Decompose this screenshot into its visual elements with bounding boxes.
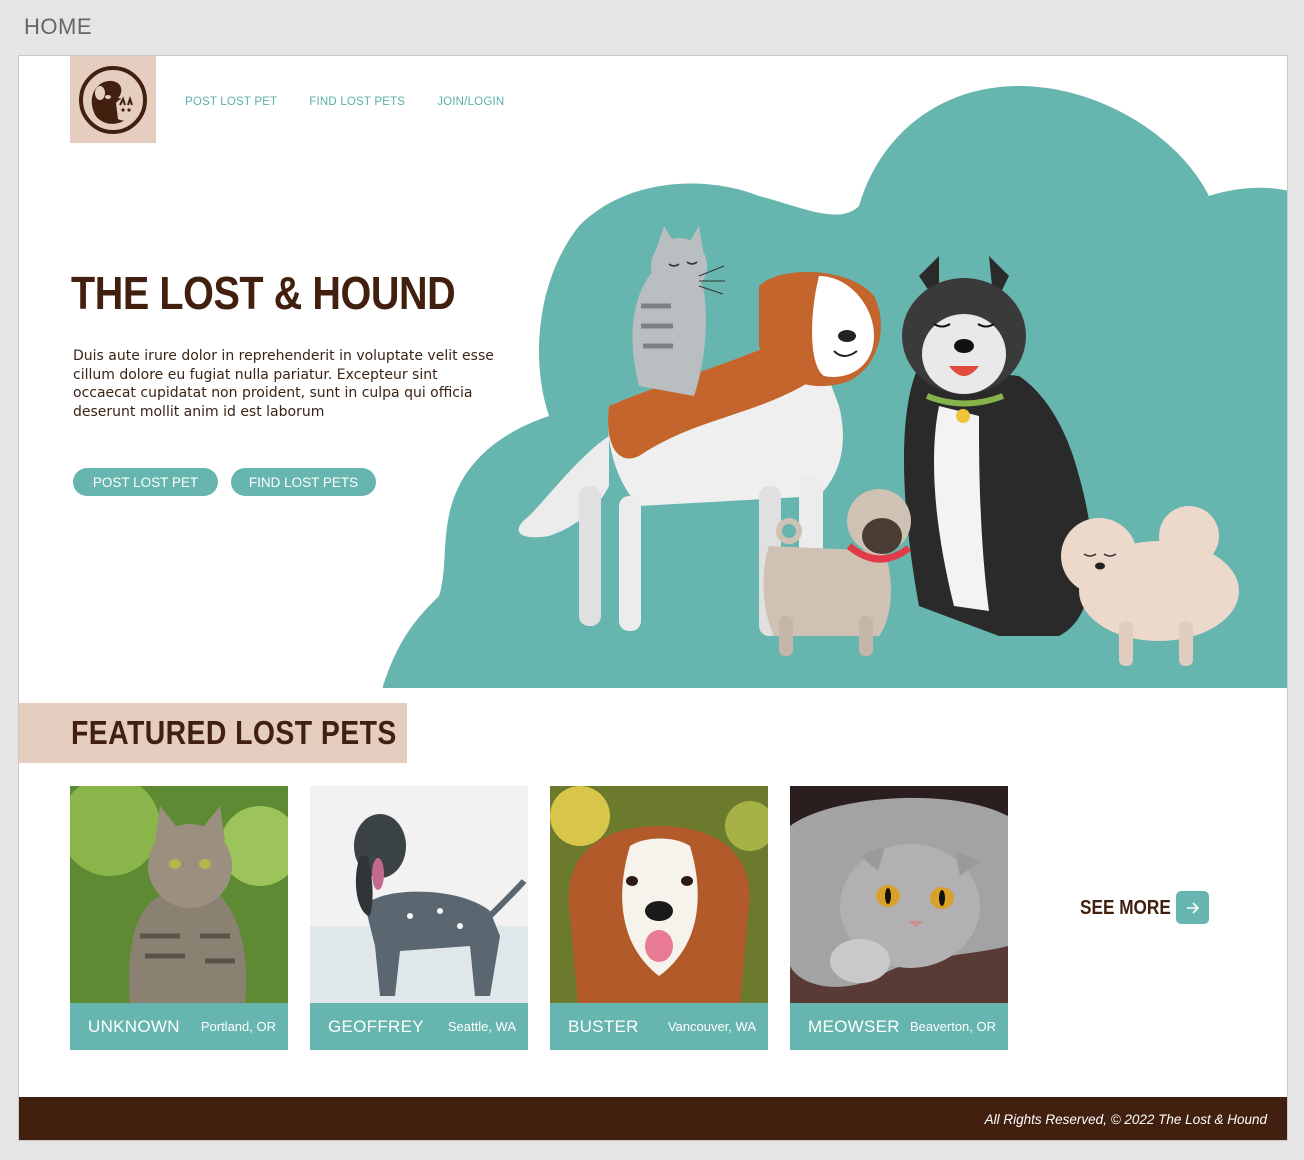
pet-card[interactable]: MEOWSER Beaverton, OR bbox=[790, 786, 1008, 1050]
pet-caption: BUSTER Vancouver, WA bbox=[550, 1003, 768, 1050]
pet-location: Seattle, WA bbox=[447, 1019, 516, 1034]
pet-name: BUSTER bbox=[568, 1016, 639, 1036]
pet-caption: UNKNOWN Portland, OR bbox=[70, 1003, 288, 1050]
paw-pets-logo-icon bbox=[79, 65, 147, 134]
pet-location: Portland, OR bbox=[200, 1019, 276, 1034]
featured-title: FEATURED LOST PETS bbox=[71, 714, 397, 751]
copyright-text: All Rights Reserved, © 2022 The Lost & H… bbox=[984, 1112, 1267, 1127]
pet-caption: GEOFFREY Seattle, WA bbox=[310, 1003, 528, 1050]
collie-dog-photo bbox=[550, 786, 768, 1004]
featured-pets-list: UNKNOWN Portland, OR GEOFFREY Seattle, W… bbox=[70, 786, 1030, 1050]
find-lost-pets-button[interactable]: FIND LOST PETS bbox=[231, 468, 376, 496]
logo[interactable] bbox=[70, 56, 156, 143]
pet-location: Beaverton, OR bbox=[910, 1019, 996, 1034]
setter-dog-photo bbox=[310, 786, 528, 1004]
post-lost-pet-button[interactable]: POST LOST PET bbox=[73, 468, 218, 496]
see-more-arrow-button[interactable] bbox=[1176, 891, 1209, 924]
arrow-right-icon bbox=[1186, 901, 1199, 914]
hero-description: Duis aute irure dolor in reprehenderit i… bbox=[73, 348, 494, 420]
pet-location: Vancouver, WA bbox=[667, 1019, 756, 1034]
hero-illustration bbox=[383, 86, 1287, 688]
tabby-cat-photo bbox=[70, 786, 288, 1004]
see-more-link[interactable]: SEE MORE bbox=[1080, 897, 1171, 920]
pet-caption: MEOWSER Beaverton, OR bbox=[790, 1003, 1008, 1050]
pet-name: GEOFFREY bbox=[328, 1016, 424, 1036]
scottish-fold-cat-photo bbox=[790, 786, 1008, 1004]
pet-name: UNKNOWN bbox=[88, 1016, 180, 1036]
home-page: POST LOST PET FIND LOST PETS JOIN/LOGIN bbox=[18, 55, 1288, 1141]
frame-label: HOME bbox=[24, 14, 92, 39]
footer: All Rights Reserved, © 2022 The Lost & H… bbox=[19, 1097, 1287, 1140]
pet-card[interactable]: UNKNOWN Portland, OR bbox=[70, 786, 288, 1050]
hero-title: THE LOST & HOUND bbox=[71, 267, 456, 319]
pet-card[interactable]: BUSTER Vancouver, WA bbox=[550, 786, 768, 1050]
nav-post-lost-pet[interactable]: POST LOST PET bbox=[185, 96, 277, 108]
pet-card[interactable]: GEOFFREY Seattle, WA bbox=[310, 786, 528, 1050]
pet-name: MEOWSER bbox=[808, 1016, 900, 1036]
